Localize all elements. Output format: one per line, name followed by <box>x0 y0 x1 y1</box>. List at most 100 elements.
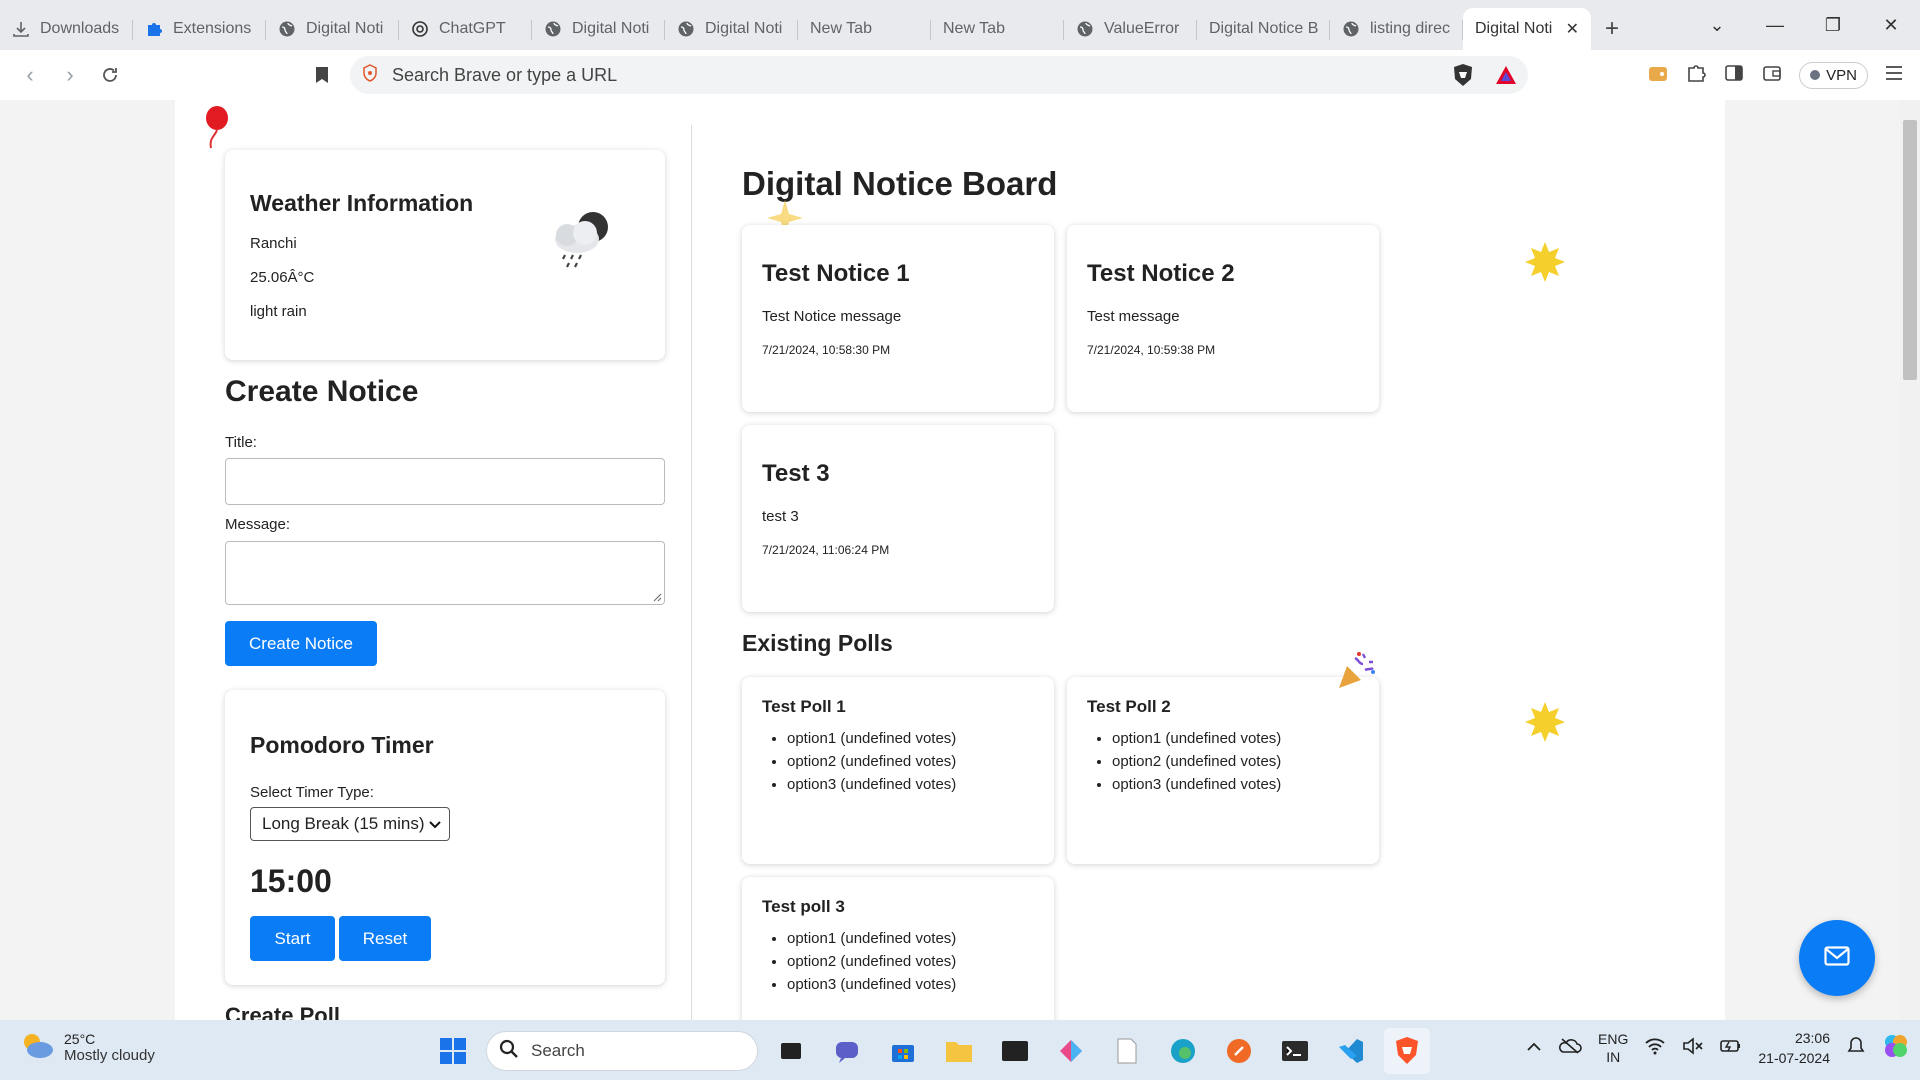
start-button[interactable]: Start <box>250 916 335 961</box>
tab-chatgpt[interactable]: ChatGPT <box>399 8 532 50</box>
search-icon <box>499 1039 519 1064</box>
chevron-up-icon[interactable] <box>1526 1039 1542 1057</box>
onedrive-icon[interactable] <box>1558 1037 1582 1060</box>
tab-title: New Tab <box>943 20 1005 37</box>
timer-type-value: Long Break (15 mins) <box>262 814 425 833</box>
teams-chat-icon[interactable] <box>824 1028 870 1074</box>
taskbar-apps: Search <box>430 1028 1430 1074</box>
reload-icon[interactable] <box>90 55 130 95</box>
copilot-icon[interactable] <box>1882 1032 1910 1065</box>
tab-active[interactable]: Digital Noti ✕ <box>1463 8 1591 50</box>
message-textarea[interactable] <box>225 541 665 605</box>
create-notice-heading: Create Notice <box>225 375 419 408</box>
tab-digital-notice[interactable]: Digital Noti <box>532 8 665 50</box>
vpn-label: VPN <box>1826 66 1857 84</box>
scrollbar-thumb[interactable] <box>1903 120 1917 380</box>
taskbar-search[interactable]: Search <box>486 1031 758 1071</box>
edge-icon[interactable] <box>1160 1028 1206 1074</box>
poll-options: option1 (undefined votes) option2 (undef… <box>762 727 1034 796</box>
brave-rewards-icon[interactable] <box>1494 64 1518 91</box>
create-notice-button[interactable]: Create Notice <box>225 621 377 666</box>
close-icon[interactable]: ✕ <box>1566 19 1579 39</box>
back-icon[interactable]: ‹ <box>10 55 50 95</box>
poll-card: Test poll 3 option1 (undefined votes) op… <box>742 877 1054 1020</box>
wifi-icon[interactable] <box>1644 1037 1666 1060</box>
close-window-icon[interactable]: ✕ <box>1862 0 1920 50</box>
notice-card: Test Notice 1 Test Notice message 7/21/2… <box>742 225 1054 412</box>
title-input[interactable] <box>225 458 665 505</box>
tab-digital-notice[interactable]: Digital Noti <box>266 8 399 50</box>
tab-digital-notice-board[interactable]: Digital Notice B <box>1197 8 1330 50</box>
globe-icon <box>1076 20 1094 38</box>
extensions-icon[interactable] <box>1685 62 1707 89</box>
notice-card: Test 3 test 3 7/21/2024, 11:06:24 PM <box>742 425 1054 612</box>
globe-icon <box>677 20 695 38</box>
mail-fab-button[interactable] <box>1799 920 1875 996</box>
page-scrollbar[interactable] <box>1900 100 1920 1020</box>
sidebar-icon[interactable] <box>1723 62 1745 89</box>
bookmark-icon[interactable] <box>302 55 342 95</box>
terminal-app-icon[interactable] <box>992 1028 1038 1074</box>
brave-shields-icon[interactable] <box>1452 63 1474 92</box>
tab-new-tab[interactable]: New Tab <box>931 8 1064 50</box>
puzzle-icon <box>145 20 163 38</box>
notifications-icon[interactable] <box>1846 1036 1866 1061</box>
restore-icon[interactable]: ❐ <box>1804 0 1862 50</box>
tab-title: ChatGPT <box>439 20 506 37</box>
globe-icon <box>544 20 562 38</box>
tab-new-tab[interactable]: New Tab <box>798 8 931 50</box>
reset-button[interactable]: Reset <box>339 916 431 961</box>
clock[interactable]: 23:06 21-07-2024 <box>1758 1028 1830 1068</box>
party-popper-icon <box>1335 650 1377 697</box>
windows-start-icon[interactable] <box>430 1028 476 1074</box>
minimize-icon[interactable]: — <box>1746 0 1804 50</box>
volume-muted-icon[interactable] <box>1682 1036 1704 1060</box>
tab-digital-notice[interactable]: Digital Noti <box>665 8 798 50</box>
tab-extensions[interactable]: Extensions <box>133 8 266 50</box>
tab-search-icon[interactable]: ⌄ <box>1688 0 1746 50</box>
balloon-icon <box>203 106 229 155</box>
address-placeholder: Search Brave or type a URL <box>392 64 618 85</box>
poll-option: option3 (undefined votes) <box>787 773 1034 796</box>
tab-valueerror[interactable]: ValueError <box>1064 8 1197 50</box>
notice-message: test 3 <box>762 508 799 525</box>
resize-handle-icon[interactable] <box>652 592 662 602</box>
tab-title: New Tab <box>810 20 872 37</box>
new-tab-button[interactable]: + <box>1591 8 1633 50</box>
notice-timestamp: 7/21/2024, 10:59:38 PM <box>1087 343 1216 357</box>
file-explorer-icon[interactable] <box>936 1028 982 1074</box>
timer-type-select[interactable]: Long Break (15 mins) <box>250 807 450 841</box>
taskbar-weather[interactable]: 25°C Mostly cloudy <box>20 1030 155 1065</box>
battery-icon[interactable] <box>1720 1038 1742 1059</box>
clock-time: 23:06 <box>1794 1030 1830 1046</box>
poll-option: option3 (undefined votes) <box>787 973 1034 996</box>
wallet-extension-icon[interactable] <box>1647 62 1669 89</box>
brave-shield-small-icon <box>362 63 378 87</box>
menu-icon[interactable] <box>1884 64 1904 87</box>
notice-card: Test Notice 2 Test message 7/21/2024, 10… <box>1067 225 1379 412</box>
vscode-icon[interactable] <box>1328 1028 1374 1074</box>
sun-icon <box>1523 240 1567 289</box>
tab-strip: Downloads Extensions Digital Noti ChatGP… <box>0 0 1920 50</box>
notice-title: Test Notice 1 <box>762 260 910 287</box>
tab-title: Downloads <box>40 20 120 37</box>
rain-cloud-icon <box>545 205 615 280</box>
vpn-button[interactable]: VPN <box>1799 61 1868 89</box>
tab-listing-directory[interactable]: listing direc <box>1330 8 1463 50</box>
task-view-icon[interactable] <box>768 1028 814 1074</box>
poll-card: Test Poll 2 option1 (undefined votes) op… <box>1067 677 1379 864</box>
poll-option: option2 (undefined votes) <box>1112 750 1359 773</box>
postman-icon[interactable] <box>1216 1028 1262 1074</box>
wallet-icon[interactable] <box>1761 62 1783 89</box>
terminal-icon[interactable] <box>1272 1028 1318 1074</box>
notepad-icon[interactable] <box>1104 1028 1150 1074</box>
colorful-app-icon[interactable] <box>1048 1028 1094 1074</box>
input-language[interactable]: ENG IN <box>1598 1030 1628 1066</box>
brave-browser-icon[interactable] <box>1384 1028 1430 1074</box>
forward-icon[interactable]: › <box>50 55 90 95</box>
address-bar[interactable]: Search Brave or type a URL <box>350 56 1528 94</box>
tab-downloads[interactable]: Downloads <box>0 8 133 50</box>
page-viewport: Weather Information Ranchi 25.06Â°C ligh… <box>0 100 1920 1020</box>
store-icon[interactable] <box>880 1028 926 1074</box>
window-controls: ⌄ — ❐ ✕ <box>1688 0 1920 50</box>
